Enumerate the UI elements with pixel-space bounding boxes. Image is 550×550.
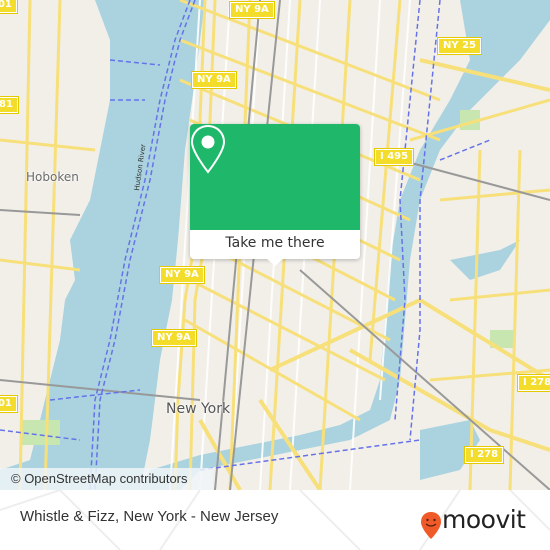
moovit-logo-icon xyxy=(421,512,441,539)
map-view[interactable]: NY 9A NY 9A NY 9A NY 9A NY 25 I 495 I 27… xyxy=(0,0,550,490)
road-shield: 501 xyxy=(0,396,17,412)
popup-header xyxy=(190,124,360,230)
road-shield: I 495 xyxy=(375,149,414,165)
location-pin-icon xyxy=(190,124,226,174)
road-shield: NY 25 xyxy=(438,38,482,54)
road-shield: I 278 xyxy=(518,375,550,391)
road-shield: NY 9A xyxy=(152,330,196,346)
road-shield: NY 9A xyxy=(230,2,274,18)
road-shield: NY 9A xyxy=(160,267,204,283)
road-shield: I 278 xyxy=(465,447,504,463)
moovit-logo-text[interactable]: moovit xyxy=(442,505,526,534)
map-attribution[interactable]: © OpenStreetMap contributors xyxy=(0,468,213,490)
road-shield: 501 xyxy=(0,0,17,13)
destination-popup: Take me there xyxy=(190,124,360,266)
road-shield: NY 9A xyxy=(192,72,236,88)
road-shield: 81 xyxy=(0,97,18,113)
popup-pointer xyxy=(266,258,284,266)
place-label-hoboken: Hoboken xyxy=(26,170,79,184)
location-title: Whistle & Fizz, New York - New Jersey xyxy=(20,508,279,525)
take-me-there-button[interactable]: Take me there xyxy=(190,230,360,259)
place-label-new-york: New York xyxy=(166,401,231,417)
